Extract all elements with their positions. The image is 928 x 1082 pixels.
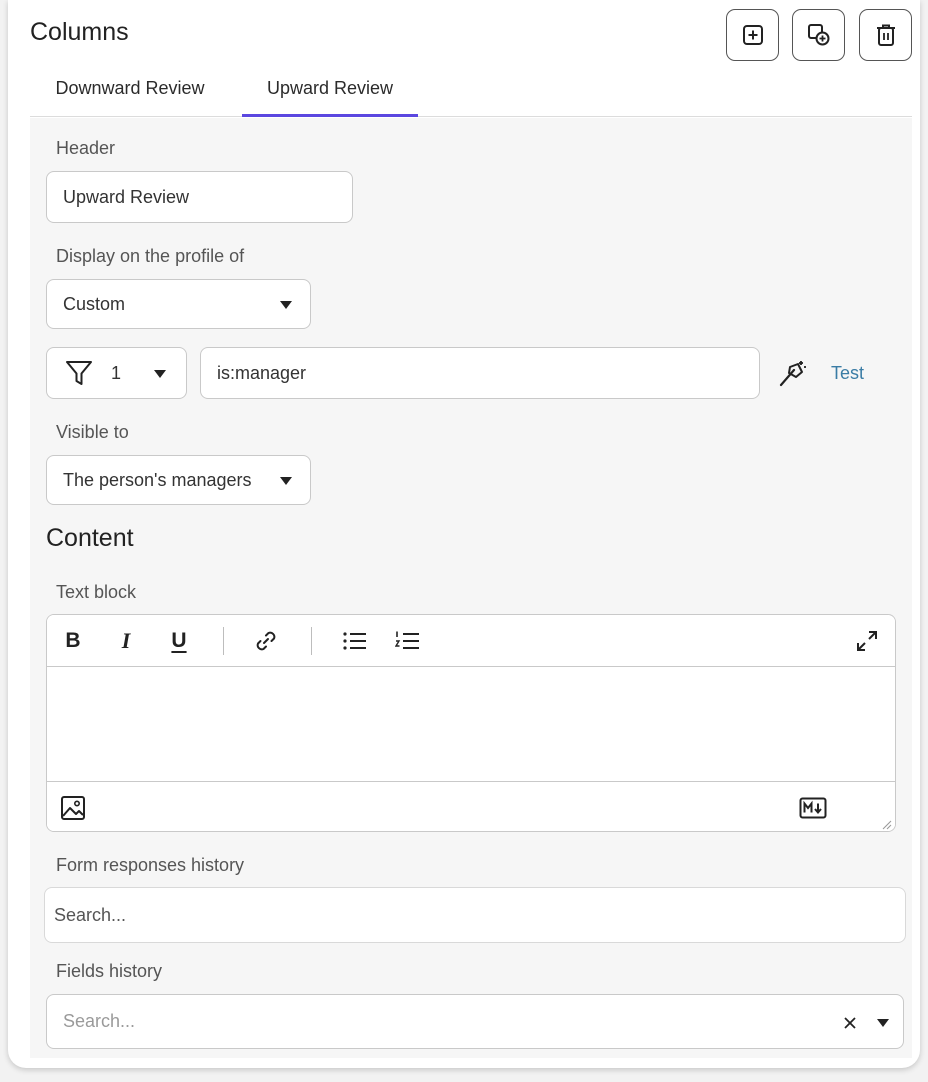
underline-icon: U [171, 629, 187, 652]
form-history-placeholder: Search... [54, 904, 127, 925]
fields-history-label: Fields history [56, 961, 163, 981]
link-icon [256, 631, 276, 651]
visible-to-value: The person's managers [63, 469, 252, 490]
delete-column-button[interactable] [859, 9, 912, 61]
trash-icon [876, 24, 895, 46]
chevron-down-icon [280, 477, 292, 485]
numbered-list-button[interactable] [392, 625, 424, 657]
column-tabs: Downward Review Upward Review [30, 60, 912, 117]
markdown-icon [799, 797, 827, 819]
filter-count-select[interactable]: 1 [46, 347, 187, 399]
display-on-select[interactable]: Custom [46, 279, 311, 329]
test-filter-link[interactable]: Test [831, 363, 864, 384]
form-history-label: Form responses history [56, 855, 245, 875]
magic-wand-icon [779, 361, 806, 387]
fields-history-select[interactable]: Search... [46, 994, 904, 1049]
header-input-value: Upward Review [63, 186, 190, 207]
chevron-down-icon [877, 1019, 889, 1027]
display-on-label: Display on the profile of [56, 246, 245, 266]
toolbar-divider [311, 627, 312, 655]
link-button[interactable] [250, 625, 282, 657]
chevron-down-icon [280, 301, 292, 309]
columns-panel: Columns Downward Review Upward Review He… [8, 0, 920, 1068]
display-on-value: Custom [63, 293, 126, 314]
panel-title: Columns [30, 18, 129, 46]
content-section-title: Content [46, 524, 134, 552]
editor-footer [47, 781, 895, 831]
expand-button[interactable] [851, 625, 883, 657]
clear-icon[interactable] [843, 1016, 857, 1030]
header-input[interactable]: Upward Review [46, 171, 353, 223]
image-icon [61, 796, 85, 820]
filter-count: 1 [111, 362, 122, 383]
column-settings: Header Upward Review Display on the prof… [30, 118, 912, 1058]
add-column-button[interactable] [726, 9, 779, 61]
underline-button[interactable]: U [163, 625, 195, 657]
tab-downward-review[interactable]: Downward Review [30, 60, 230, 117]
duplicate-column-button[interactable] [792, 9, 845, 61]
text-block-editor: B I U [46, 614, 896, 832]
bold-button[interactable]: B [57, 625, 89, 657]
editor-toolbar: B I U [47, 615, 895, 667]
bullet-list-icon [343, 632, 366, 650]
toolbar-divider [223, 627, 224, 655]
insert-image-button[interactable] [57, 792, 89, 824]
text-block-content[interactable] [47, 667, 895, 781]
tab-upward-review[interactable]: Upward Review [242, 60, 418, 117]
fields-history-placeholder: Search... [63, 1011, 136, 1031]
plus-square-icon [742, 25, 763, 45]
form-history-search[interactable]: Search... [44, 887, 906, 943]
text-block-label: Text block [56, 582, 137, 602]
visible-to-label: Visible to [56, 422, 129, 442]
bold-icon: B [65, 629, 81, 652]
header-label: Header [56, 138, 116, 158]
chevron-down-icon [154, 370, 166, 378]
numbered-list-icon [395, 631, 419, 649]
italic-icon: I [121, 628, 131, 653]
markdown-button[interactable] [797, 792, 829, 824]
filter-query-value: is:manager [217, 362, 307, 383]
visible-to-select[interactable]: The person's managers [46, 455, 311, 505]
expand-icon [857, 631, 877, 651]
bullet-list-button[interactable] [339, 625, 371, 657]
resize-handle-icon[interactable] [880, 818, 892, 830]
italic-button[interactable]: I [110, 625, 142, 657]
filter-icon [66, 361, 92, 385]
magic-wand-button[interactable] [776, 358, 808, 390]
filter-query-input[interactable]: is:manager [200, 347, 760, 399]
copy-plus-icon [807, 24, 829, 46]
